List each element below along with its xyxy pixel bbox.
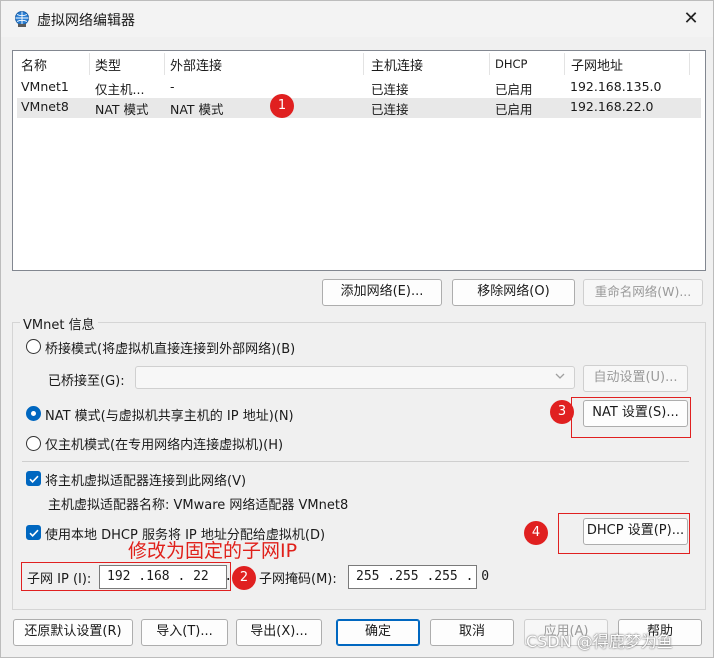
column-divider[interactable]: [363, 53, 364, 75]
nat-mode-label[interactable]: NAT 模式(与虚拟机共享主机的 IP 地址)(N): [45, 405, 294, 424]
connect-adapter-checkbox[interactable]: [26, 471, 41, 486]
network-globe-icon: [13, 10, 31, 28]
cell-dhcp: 已启用: [495, 102, 533, 117]
connect-adapter-label[interactable]: 将主机虚拟适配器连接到此网络(V): [45, 470, 246, 489]
annotation-marker-1: 1: [270, 94, 294, 118]
column-header-name[interactable]: 名称: [21, 55, 47, 74]
table-row[interactable]: VMnet1 仅主机... - 已连接 已启用 192.168.135.0: [17, 78, 701, 98]
chevron-down-icon: [554, 370, 566, 385]
column-divider[interactable]: [89, 53, 90, 75]
cell-type: NAT 模式: [95, 102, 149, 117]
host-only-mode-label[interactable]: 仅主机模式(在专用网络内连接虚拟机)(H): [45, 434, 283, 453]
cell-subnet: 192.168.135.0: [570, 79, 662, 94]
column-divider[interactable]: [564, 53, 565, 75]
cell-external: -: [170, 79, 175, 94]
dhcp-settings-button[interactable]: DHCP 设置(P)...: [583, 518, 688, 545]
watermark-text: CSDN @得鹿梦为鱼: [526, 632, 673, 651]
host-only-mode-radio[interactable]: [26, 436, 41, 451]
cell-name: VMnet8: [21, 99, 69, 114]
bridged-to-label: 已桥接至(G):: [48, 374, 125, 389]
remove-network-button[interactable]: 移除网络(O): [452, 279, 575, 306]
cell-host: 已连接: [371, 82, 409, 97]
export-button[interactable]: 导出(X)...: [236, 619, 322, 646]
table-row[interactable]: VMnet8 NAT 模式 NAT 模式 已连接 已启用 192.168.22.…: [17, 98, 701, 118]
vmnet-info-label: VMnet 信息: [20, 314, 98, 333]
group-divider: [22, 461, 689, 462]
column-header-host[interactable]: 主机连接: [371, 55, 423, 74]
subnet-mask-label: 子网掩码(M):: [259, 572, 337, 587]
cell-subnet: 192.168.22.0: [570, 99, 654, 114]
column-header-external[interactable]: 外部连接: [170, 55, 222, 74]
cell-external: NAT 模式: [170, 102, 224, 117]
import-button[interactable]: 导入(T)...: [141, 619, 228, 646]
column-divider[interactable]: [164, 53, 165, 75]
annotation-note: 修改为固定的子网IP: [128, 540, 298, 562]
bridged-mode-radio[interactable]: [26, 339, 41, 354]
restore-defaults-button[interactable]: 还原默认设置(R): [13, 619, 133, 646]
column-divider[interactable]: [489, 53, 490, 75]
nat-settings-button[interactable]: NAT 设置(S)...: [583, 400, 688, 427]
cell-host: 已连接: [371, 102, 409, 117]
use-dhcp-checkbox[interactable]: [26, 525, 41, 540]
adapter-name-text: 主机虚拟适配器名称: VMware 网络适配器 VMnet8: [48, 498, 349, 513]
column-header-subnet[interactable]: 子网地址: [571, 55, 623, 74]
virtual-network-editor-window: 虚拟网络编辑器 ✕ 名称 类型 外部连接 主机连接 DHCP 子网地址 VMne…: [0, 0, 714, 658]
bridged-to-select[interactable]: [135, 366, 575, 389]
rename-network-button[interactable]: 重命名网络(W)...: [583, 279, 703, 306]
list-header: 名称 类型 外部连接 主机连接 DHCP 子网地址: [13, 51, 705, 77]
bridged-mode-label[interactable]: 桥接模式(将虚拟机直接连接到外部网络)(B): [45, 338, 295, 357]
window-title: 虚拟网络编辑器: [37, 13, 135, 29]
close-button[interactable]: ✕: [675, 5, 707, 33]
annotation-marker-4: 4: [524, 521, 548, 545]
column-header-dhcp[interactable]: DHCP: [495, 57, 527, 71]
cancel-button[interactable]: 取消: [430, 619, 514, 646]
subnet-mask-input[interactable]: 255 .255 .255 . 0: [348, 565, 489, 589]
column-header-type[interactable]: 类型: [95, 55, 121, 74]
cell-name: VMnet1: [21, 79, 69, 94]
ok-button[interactable]: 确定: [336, 619, 420, 646]
title-bar: 虚拟网络编辑器 ✕: [1, 1, 713, 37]
cell-dhcp: 已启用: [495, 82, 533, 97]
cell-type: 仅主机...: [95, 82, 145, 97]
checkmark-icon: [29, 529, 39, 537]
subnet-ip-label: 子网 IP (I):: [27, 572, 92, 587]
add-network-button[interactable]: 添加网络(E)...: [322, 279, 442, 306]
column-divider[interactable]: [689, 53, 690, 75]
subnet-ip-input[interactable]: 192 .168 . 22 . 0: [99, 565, 248, 589]
auto-settings-button[interactable]: 自动设置(U)...: [583, 365, 688, 392]
annotation-marker-2: 2: [232, 566, 256, 590]
checkmark-icon: [29, 475, 39, 483]
network-list[interactable]: 名称 类型 外部连接 主机连接 DHCP 子网地址 VMnet1 仅主机... …: [12, 50, 706, 271]
nat-mode-radio[interactable]: [26, 406, 41, 421]
